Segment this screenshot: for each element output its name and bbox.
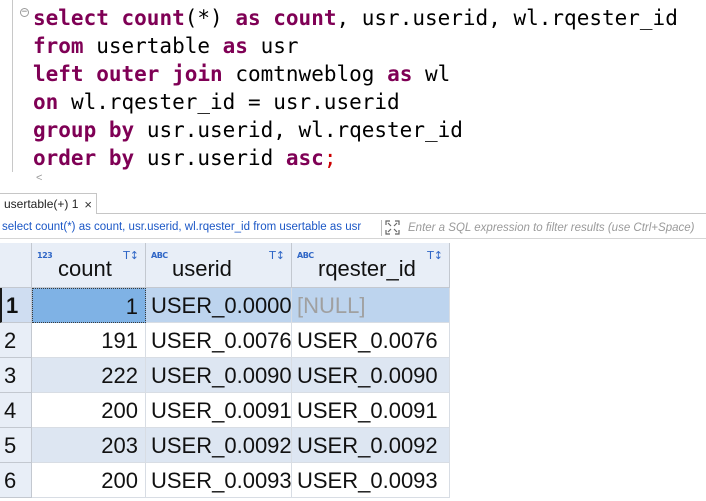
cell-count[interactable]: 222	[32, 358, 146, 393]
sql-keyword: outer	[96, 62, 160, 86]
sql-text: comtnweblog	[222, 62, 388, 86]
cell-userid[interactable]: USER_0.0093	[146, 463, 292, 498]
column-name: count	[58, 256, 112, 281]
sql-keyword: join	[172, 62, 223, 86]
sql-editor[interactable]: − select count(*) as count, usr.userid, …	[0, 0, 706, 190]
sort-filter-icon[interactable]: T↕	[123, 249, 139, 262]
sql-keyword: left	[33, 62, 84, 86]
editor-gutter	[12, 0, 13, 172]
sql-keyword: asc	[285, 146, 324, 170]
column-header-count[interactable]: 123 count T↕	[32, 243, 146, 288]
table-row[interactable]: 2 191 USER_0.0076 USER_0.0076	[0, 323, 450, 358]
sql-text: usertable	[83, 34, 223, 58]
result-tab[interactable]: usertable(+) 1 ×	[0, 193, 97, 214]
table-row[interactable]: 6 200 USER_0.0093 USER_0.0093	[0, 463, 450, 498]
cell-count[interactable]: 203	[32, 428, 146, 463]
cell-rqester-id[interactable]: USER_0.0090	[292, 358, 450, 393]
sort-filter-icon[interactable]: T↕	[269, 249, 285, 262]
filter-bar: select count(*) as count, usr.userid, wl…	[0, 217, 706, 239]
column-name: userid	[172, 256, 232, 281]
sql-text: ;	[323, 146, 337, 170]
divider	[381, 220, 382, 236]
cell-userid[interactable]: USER_0.0076	[146, 323, 292, 358]
close-icon[interactable]: ×	[84, 198, 92, 211]
query-text: select count(*) as count, usr.userid, wl…	[2, 221, 362, 233]
result-tab-label: usertable(+) 1	[4, 197, 79, 211]
text-type-icon: ABC	[151, 251, 168, 260]
sql-keyword: on	[33, 90, 59, 114]
column-header-userid[interactable]: ABC userid T↕	[146, 243, 292, 288]
sql-keyword: by	[108, 146, 135, 170]
row-number-header[interactable]	[0, 243, 32, 288]
sql-keyword: select	[33, 6, 109, 30]
filter-input[interactable]	[408, 220, 706, 236]
sql-text: wl	[412, 62, 451, 86]
cell-rqester-id[interactable]: USER_0.0092	[292, 428, 450, 463]
sql-keyword: as	[222, 34, 248, 58]
sql-line[interactable]: on wl.rqester_id = usr.userid	[33, 88, 678, 116]
sql-code[interactable]: select count(*) as count, usr.userid, wl…	[33, 4, 678, 172]
cell-userid[interactable]: USER_0.0091	[146, 393, 292, 428]
sql-text: , usr.userid, wl.rqester_id	[336, 6, 678, 30]
cell-userid[interactable]: USER_0.0000	[146, 288, 292, 323]
sql-keyword: count	[273, 6, 337, 30]
sql-text: wl.rqester_id = usr.userid	[58, 90, 400, 114]
sql-keyword: from	[33, 34, 84, 58]
cell-count[interactable]: 191	[32, 323, 146, 358]
table-row[interactable]: 1 1 USER_0.0000 [NULL]	[0, 288, 450, 323]
column-name: rqester_id	[318, 256, 416, 281]
sql-line[interactable]: left outer join comtnweblog as wl	[33, 60, 678, 88]
cell-rqester-id[interactable]: USER_0.0093	[292, 463, 450, 498]
sql-keyword: group	[33, 118, 97, 142]
sql-line[interactable]: order by usr.userid asc;	[33, 144, 678, 172]
sql-line[interactable]: group by usr.userid, wl.rqester_id	[33, 116, 678, 144]
row-number[interactable]: 2	[0, 323, 32, 358]
row-number[interactable]: 6	[0, 463, 32, 498]
cell-count[interactable]: 200	[32, 393, 146, 428]
row-number[interactable]: 3	[0, 358, 32, 393]
sql-line[interactable]: select count(*) as count, usr.userid, wl…	[33, 4, 678, 32]
sql-text: (*)	[184, 6, 236, 30]
table-row[interactable]: 4 200 USER_0.0091 USER_0.0091	[0, 393, 450, 428]
sql-keyword: by	[108, 118, 135, 142]
scroll-left-icon[interactable]: <	[36, 172, 42, 184]
column-header-rqester-id[interactable]: ABC rqester_id T↕	[292, 243, 450, 288]
sql-keyword: as	[235, 6, 261, 30]
expand-arrows-icon[interactable]	[385, 220, 400, 235]
cell-count[interactable]: 1	[32, 288, 146, 323]
cell-count[interactable]: 200	[32, 463, 146, 498]
numeric-type-icon: 123	[37, 251, 53, 260]
row-number[interactable]: 1	[0, 288, 32, 323]
cell-rqester-id[interactable]: USER_0.0076	[292, 323, 450, 358]
text-type-icon: ABC	[297, 251, 314, 260]
row-number[interactable]: 5	[0, 428, 32, 463]
sql-text: usr.userid, wl.rqester_id	[134, 118, 463, 142]
table-row[interactable]: 3 222 USER_0.0090 USER_0.0090	[0, 358, 450, 393]
cell-userid[interactable]: USER_0.0090	[146, 358, 292, 393]
sql-text: usr.userid	[134, 146, 286, 170]
sql-text: usr	[247, 34, 299, 58]
row-number[interactable]: 4	[0, 393, 32, 428]
table-row[interactable]: 5 203 USER_0.0092 USER_0.0092	[0, 428, 450, 463]
sql-keyword: order	[33, 146, 97, 170]
fold-toggle-icon[interactable]: −	[20, 8, 29, 17]
sql-keyword: as	[387, 62, 413, 86]
cell-rqester-id[interactable]: USER_0.0091	[292, 393, 450, 428]
sql-keyword: count	[121, 6, 185, 30]
cell-userid[interactable]: USER_0.0092	[146, 428, 292, 463]
result-tab-bar: usertable(+) 1 ×	[0, 192, 706, 214]
sql-line[interactable]: from usertable as usr	[33, 32, 678, 60]
cell-rqester-id[interactable]: [NULL]	[292, 288, 450, 323]
sort-filter-icon[interactable]: T↕	[427, 249, 443, 262]
